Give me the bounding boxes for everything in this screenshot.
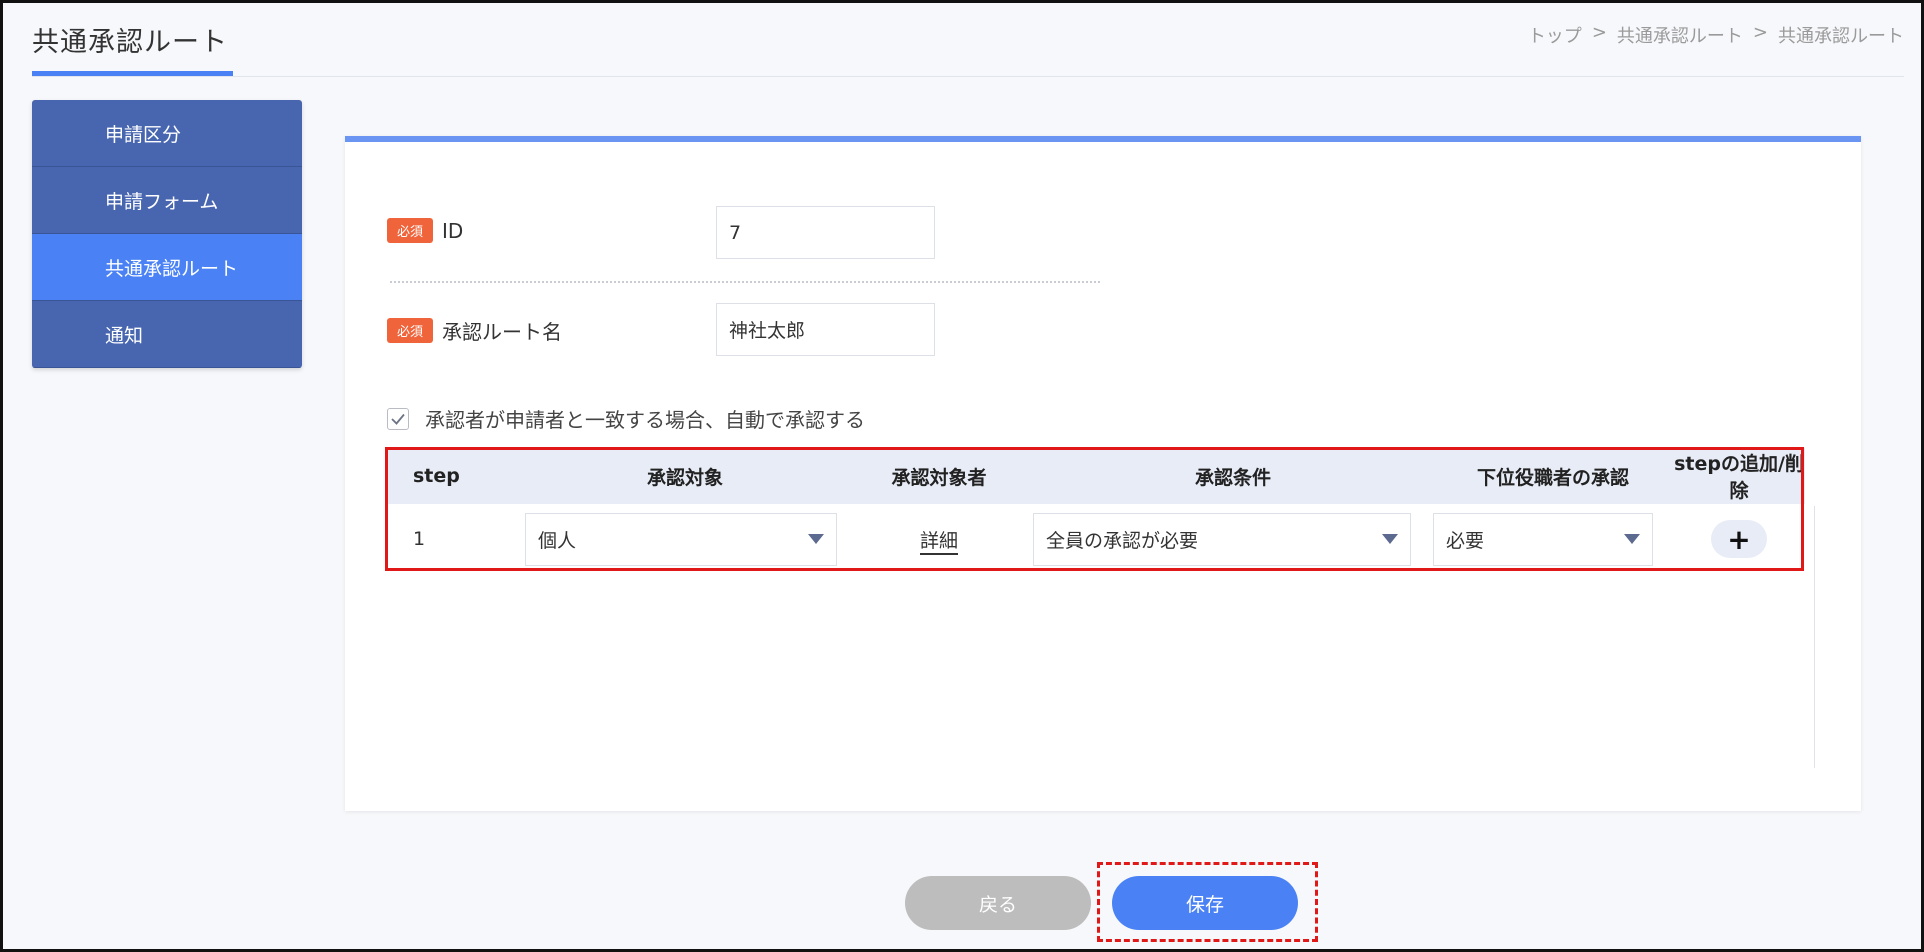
lower-approval-select[interactable]: 必要 xyxy=(1433,512,1653,566)
id-label: ID xyxy=(442,218,464,243)
route-name-input[interactable] xyxy=(716,303,935,356)
target-select-value: 個人 xyxy=(538,529,577,552)
breadcrumb-item-route[interactable]: 共通承認ルート xyxy=(1617,22,1743,48)
add-step-button[interactable]: + xyxy=(1711,520,1767,558)
required-badge: 必須 xyxy=(387,318,434,343)
approval-route-form-card: 必須 ID 必須 承認ルート名 承認者が申請者と一致する場合、自動で承認する s… xyxy=(345,136,1861,811)
step-number: 1 xyxy=(413,528,426,550)
sidebar: 申請区分 申請フォーム 共通承認ルート 通知 xyxy=(32,100,302,368)
detail-link[interactable]: 詳細 xyxy=(919,529,958,555)
column-header-lower-approval: 下位役職者の承認 xyxy=(1476,466,1629,489)
column-header-person: 承認対象者 xyxy=(891,466,987,489)
sidebar-item-notification[interactable]: 通知 xyxy=(32,301,302,368)
target-select[interactable]: 個人 xyxy=(525,512,837,566)
route-name-row: 必須 承認ルート名 xyxy=(387,316,562,345)
condition-select[interactable]: 全員の承認が必要 xyxy=(1033,512,1411,566)
breadcrumb-item-top[interactable]: トップ xyxy=(1528,22,1582,48)
id-input[interactable] xyxy=(716,206,935,259)
chevron-down-icon xyxy=(808,534,824,544)
chevron-down-icon xyxy=(1624,534,1640,544)
sidebar-item-label: 通知 xyxy=(105,324,144,347)
table-header-row: step 承認対象 承認対象者 承認条件 下位役職者の承認 stepの追加/削除 xyxy=(385,448,1805,504)
breadcrumb-separator: > xyxy=(1591,22,1607,43)
breadcrumb-separator: > xyxy=(1752,22,1768,43)
sidebar-item-application-category[interactable]: 申請区分 xyxy=(32,100,302,167)
column-header-step: step xyxy=(413,465,460,487)
sidebar-item-common-approval-route[interactable]: 共通承認ルート xyxy=(32,234,302,301)
sidebar-item-label: 申請区分 xyxy=(105,123,182,146)
sidebar-item-application-form[interactable]: 申請フォーム xyxy=(32,167,302,234)
lower-approval-select-value: 必要 xyxy=(1446,529,1485,552)
header-divider xyxy=(32,76,1904,77)
chevron-down-icon xyxy=(1382,534,1398,544)
table-scrollbar[interactable] xyxy=(1811,506,1815,768)
column-header-condition: 承認条件 xyxy=(1194,466,1271,489)
column-header-target: 承認対象 xyxy=(646,466,723,489)
route-name-label: 承認ルート名 xyxy=(442,320,563,344)
table-row: 1 個人 詳細 全員の承認が必要 必要 + xyxy=(385,504,1805,574)
breadcrumb: トップ > 共通承認ルート > 共通承認ルート xyxy=(1528,22,1904,48)
breadcrumb-item-current: 共通承認ルート xyxy=(1778,26,1904,47)
save-button[interactable]: 保存 xyxy=(1112,876,1298,930)
page-title: 共通承認ルート xyxy=(32,27,228,58)
sidebar-item-label: 申請フォーム xyxy=(105,190,219,213)
auto-approve-checkbox[interactable] xyxy=(387,407,409,430)
card-top-accent xyxy=(345,136,1861,142)
column-header-add-remove: stepの追加/削除 xyxy=(1674,453,1804,502)
check-icon xyxy=(391,413,405,425)
back-button[interactable]: 戻る xyxy=(905,876,1091,930)
auto-approve-row: 承認者が申請者と一致する場合、自動で承認する xyxy=(387,404,865,433)
sidebar-item-label: 共通承認ルート xyxy=(105,257,239,280)
auto-approve-label: 承認者が申請者と一致する場合、自動で承認する xyxy=(425,408,865,432)
condition-select-value: 全員の承認が必要 xyxy=(1046,529,1199,552)
dotted-divider xyxy=(390,281,1100,283)
required-badge: 必須 xyxy=(387,218,434,243)
approval-step-table: step 承認対象 承認対象者 承認条件 下位役職者の承認 stepの追加/削除… xyxy=(385,448,1805,574)
id-row: 必須 ID xyxy=(387,218,463,243)
